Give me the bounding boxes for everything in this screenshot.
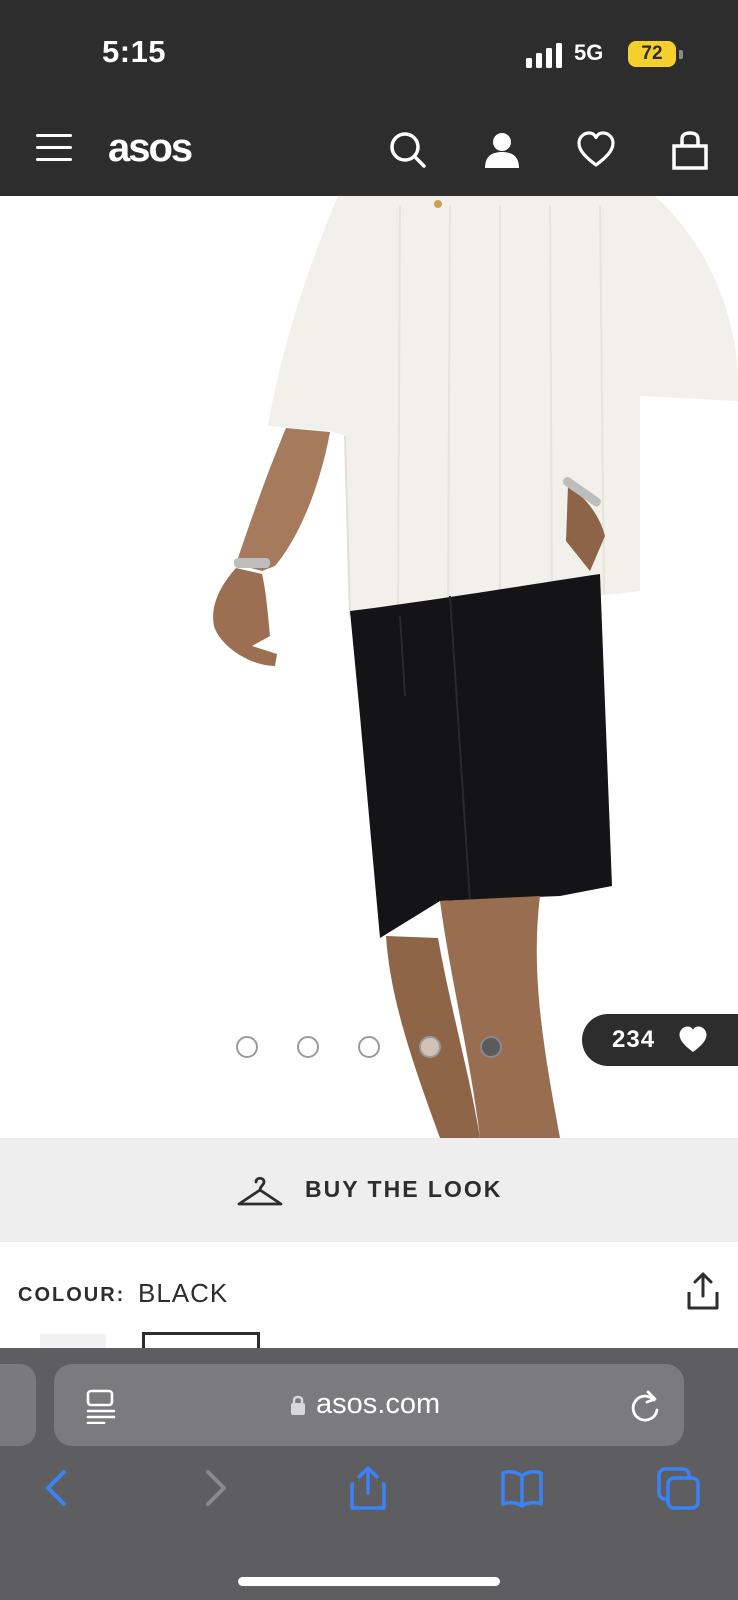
hanger-icon — [237, 1176, 283, 1206]
colour-swatch[interactable] — [40, 1334, 106, 1348]
heart-icon[interactable] — [576, 130, 616, 170]
lock-icon — [291, 1395, 305, 1415]
browser-toolbar: asos.com — [0, 1348, 738, 1600]
bag-icon[interactable] — [670, 130, 710, 170]
menu-icon[interactable] — [36, 134, 72, 162]
address-bar[interactable]: asos.com — [54, 1364, 684, 1446]
heart-filled-icon — [679, 1026, 707, 1052]
gallery-dot[interactable] — [358, 1036, 380, 1058]
url-text: asos.com — [316, 1388, 441, 1420]
buy-the-look-label: BUY THE LOOK — [305, 1176, 503, 1202]
save-count: 234 — [612, 1026, 656, 1053]
cellular-signal-icon — [526, 42, 564, 68]
app-header: 5:15 5G 72 asos — [0, 0, 738, 196]
network-type: 5G — [574, 40, 604, 65]
share-icon[interactable] — [346, 1466, 390, 1510]
gallery-pagination — [236, 1036, 506, 1058]
gallery-dot[interactable] — [236, 1036, 258, 1058]
gallery-dot-active[interactable] — [480, 1036, 502, 1058]
gallery-dot[interactable] — [297, 1036, 319, 1058]
share-icon[interactable] — [686, 1272, 720, 1310]
asos-logo[interactable]: asos — [108, 126, 193, 171]
buy-the-look-button[interactable]: BUY THE LOOK — [0, 1138, 738, 1242]
bookmarks-icon[interactable] — [500, 1466, 544, 1510]
previous-tab-preview[interactable] — [0, 1364, 36, 1446]
status-time: 5:15 — [102, 34, 167, 69]
colour-label: COLOUR: — [18, 1284, 126, 1306]
account-icon[interactable] — [482, 130, 522, 170]
forward-icon[interactable] — [192, 1466, 236, 1510]
product-image[interactable] — [0, 196, 738, 1138]
battery-tip — [679, 50, 683, 59]
back-icon[interactable] — [36, 1466, 80, 1510]
battery-indicator: 72 — [628, 41, 676, 67]
search-icon[interactable] — [388, 130, 428, 170]
colour-value: BLACK — [138, 1278, 229, 1308]
gallery-dot[interactable] — [419, 1036, 441, 1058]
reload-icon[interactable] — [628, 1388, 662, 1424]
tabs-icon[interactable] — [656, 1466, 700, 1510]
product-photo — [0, 196, 738, 1138]
home-indicator[interactable] — [238, 1577, 500, 1586]
reader-icon[interactable] — [84, 1388, 118, 1424]
save-count-pill[interactable]: 234 — [582, 1014, 738, 1066]
